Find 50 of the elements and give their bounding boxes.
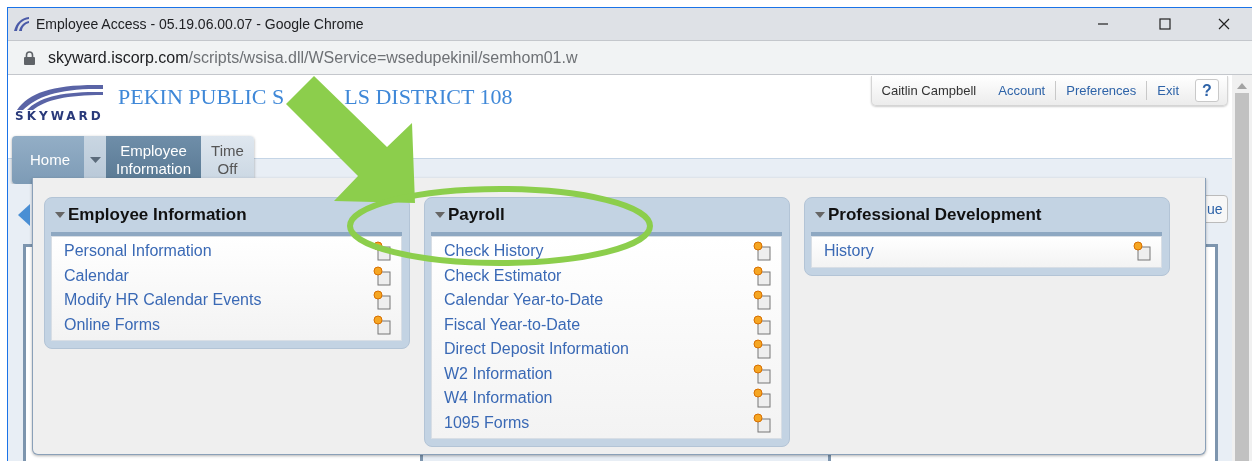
window-title: Employee Access - 05.19.06.00.07 - Google Chrome — [36, 14, 365, 34]
header-link[interactable]: Exit — [1146, 80, 1189, 101]
help-button[interactable]: ? — [1195, 79, 1219, 102]
document-icon[interactable] — [753, 388, 771, 409]
menu-link[interactable]: 1095 Forms — [444, 410, 530, 435]
swoosh-icon — [15, 82, 105, 110]
caret-icon — [89, 157, 101, 163]
menu-link[interactable]: Check History — [444, 239, 544, 264]
card-title: Payroll — [448, 204, 505, 227]
site-title: PEKIN PUBLIC S — [118, 86, 285, 108]
menu-link[interactable]: Fiscal Year-to-Date — [444, 312, 581, 337]
document-icon[interactable] — [373, 265, 391, 286]
collapse-caret-icon[interactable] — [435, 212, 445, 218]
scrollbar-thumb[interactable] — [1235, 93, 1249, 461]
document-icon[interactable] — [373, 290, 391, 311]
menu-link[interactable]: W2 Information — [444, 361, 553, 386]
document-icon[interactable] — [373, 314, 391, 335]
app-icon — [12, 15, 30, 33]
card-title: Employee Information — [68, 204, 247, 227]
document-icon[interactable] — [373, 241, 391, 262]
menu-link[interactable]: Modify HR Calendar Events — [64, 288, 262, 313]
scroll-up-icon[interactable] — [1237, 83, 1247, 89]
user-name: Caitlin Campbell — [881, 81, 978, 100]
menu-link[interactable]: Online Forms — [64, 312, 161, 337]
header-link[interactable]: Preferences — [1055, 80, 1147, 101]
menu-link[interactable]: History — [824, 239, 874, 264]
menu-link[interactable]: W4 Information — [444, 386, 553, 411]
collapse-caret-icon[interactable] — [55, 212, 65, 218]
left-arrow-icon[interactable] — [18, 204, 30, 226]
menu-link[interactable]: Calendar — [64, 263, 129, 288]
document-icon[interactable] — [753, 412, 771, 433]
document-icon[interactable] — [753, 265, 771, 286]
site-title: LS DISTRICT 108 — [344, 86, 513, 108]
document-icon[interactable] — [753, 314, 771, 335]
card-title: Professional Development — [828, 204, 1042, 227]
menu-link[interactable]: Direct Deposit Information — [444, 337, 629, 362]
menu-link[interactable]: Check Estimator — [444, 263, 562, 288]
document-icon[interactable] — [1133, 241, 1151, 262]
maximize-icon[interactable] — [1159, 18, 1171, 30]
menu-link[interactable]: Personal Information — [64, 239, 212, 264]
collapse-caret-icon[interactable] — [815, 212, 825, 218]
close-icon[interactable] — [1218, 18, 1230, 30]
lock-icon — [24, 50, 35, 65]
menu-link[interactable]: Calendar Year-to-Date — [444, 288, 604, 313]
logo-text: SKYWARD — [15, 110, 104, 122]
document-icon[interactable] — [753, 290, 771, 311]
document-icon[interactable] — [753, 339, 771, 360]
document-icon[interactable] — [753, 241, 771, 262]
document-icon[interactable] — [753, 363, 771, 384]
header-link[interactable]: Account — [988, 80, 1056, 101]
